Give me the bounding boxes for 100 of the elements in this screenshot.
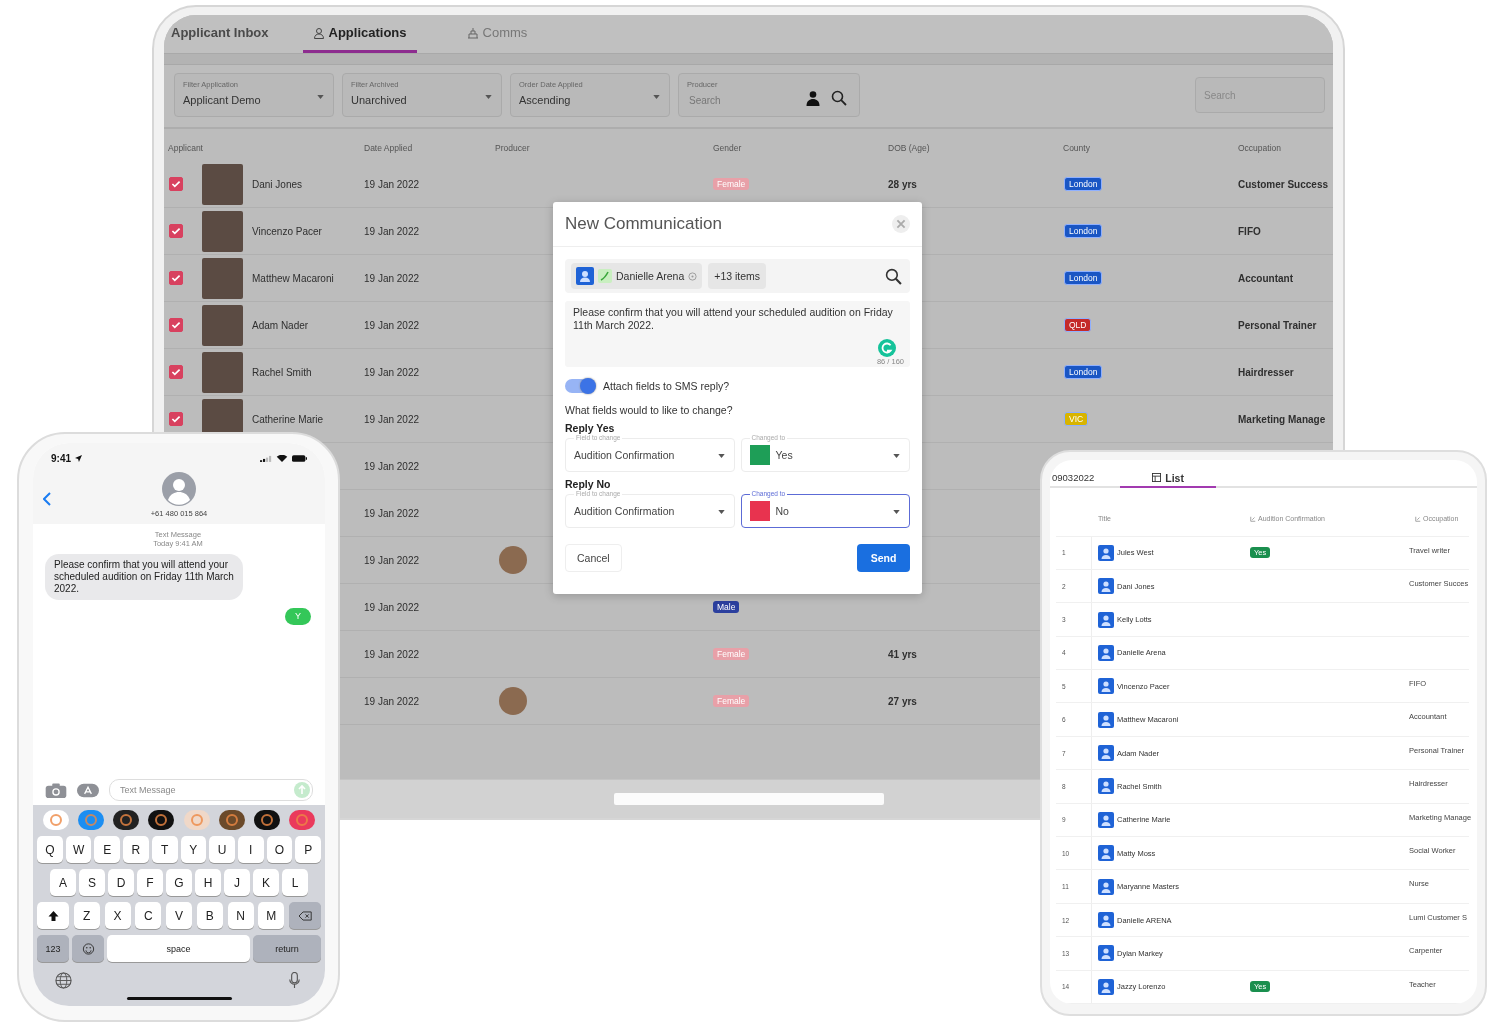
person-icon [1098, 778, 1114, 795]
globe-icon[interactable] [55, 972, 72, 989]
shift-key[interactable] [37, 902, 69, 929]
county-tag: London [1064, 365, 1103, 379]
keyboard-key[interactable]: R [123, 836, 149, 863]
keyboard-key[interactable]: L [282, 869, 308, 896]
applicant-name: Vincenzo Pacer [252, 225, 322, 237]
keyboard-key[interactable]: I [237, 836, 264, 863]
keyboard-key[interactable]: T [151, 836, 178, 863]
reply-heading: Reply Yes [565, 422, 615, 434]
person-icon [1098, 711, 1114, 728]
occupation-cell: Personal Trainer [1238, 319, 1317, 331]
keyboard-key[interactable]: Q [37, 836, 63, 863]
county-tag: London [1064, 177, 1103, 191]
search-icon[interactable] [831, 90, 847, 106]
checkbox[interactable] [169, 224, 183, 238]
checkmark-icon [170, 413, 182, 425]
more-items-chip[interactable]: +13 items [708, 263, 767, 289]
tab[interactable]: List [1120, 460, 1216, 488]
tab[interactable]: 09032022 [1052, 460, 1121, 488]
occupation-cell: Hairdresser [1238, 366, 1294, 378]
keyboard-key[interactable]: J [224, 869, 250, 896]
message-input-field[interactable]: Text Message [118, 784, 294, 796]
keyboard-key[interactable]: K [253, 869, 279, 896]
age-cell: 27 yrs [888, 695, 917, 707]
keyboard-key[interactable]: M [258, 902, 285, 929]
camera-icon[interactable] [45, 782, 67, 798]
send-button[interactable]: Send [857, 544, 910, 572]
keyboard-key[interactable]: U [209, 836, 235, 863]
recipient-chip[interactable]: Danielle Arena [571, 263, 703, 289]
app-store-icon[interactable] [77, 782, 99, 798]
microphone-icon[interactable] [286, 972, 303, 989]
applicant-name: Adam Nader [252, 319, 309, 331]
backspace-key[interactable] [289, 902, 321, 929]
app-icon[interactable] [113, 810, 140, 830]
keyboard-key[interactable]: P [295, 836, 321, 863]
numbers-key[interactable]: 123 [37, 935, 69, 962]
county-tag: London [1064, 271, 1103, 285]
person-icon [1098, 811, 1114, 828]
keyboard-key[interactable]: G [166, 869, 192, 896]
column-header: DOB (Age) [888, 143, 931, 153]
recipient-field[interactable]: Danielle Arena +13 items [565, 259, 910, 293]
building-icon [466, 26, 479, 39]
app-icon[interactable] [148, 810, 175, 830]
checkmark-icon [170, 178, 182, 190]
checkbox[interactable] [169, 365, 183, 379]
app-icon[interactable] [218, 810, 245, 830]
keyboard-key[interactable]: Z [73, 902, 100, 929]
keyboard-key[interactable]: N [227, 902, 254, 929]
checkbox[interactable] [169, 412, 183, 426]
cancel-button[interactable]: Cancel [565, 544, 622, 572]
emoji-key[interactable] [72, 935, 104, 962]
keyboard-key[interactable]: B [196, 902, 223, 929]
person-icon [1098, 544, 1114, 561]
keyboard-key[interactable]: F [137, 869, 163, 896]
list-icon [1152, 473, 1162, 483]
person-icon [1098, 845, 1114, 862]
toggle-switch[interactable] [565, 379, 595, 393]
search-icon[interactable] [885, 267, 902, 285]
checkbox[interactable] [169, 271, 183, 285]
scrollbar[interactable] [613, 793, 884, 805]
keyboard-key[interactable]: Y [180, 836, 207, 863]
keyboard-key[interactable]: V [166, 902, 192, 929]
space-key[interactable]: space [107, 935, 250, 962]
keyboard-key[interactable]: W [65, 836, 92, 863]
keyboard-key[interactable]: S [79, 869, 105, 896]
occupation-cell: Accountant [1238, 272, 1293, 284]
tab[interactable]: Applicant Inbox [171, 15, 279, 53]
checkbox[interactable] [169, 318, 183, 332]
back-icon[interactable] [43, 492, 51, 506]
age-cell: 41 yrs [888, 648, 917, 660]
date-cell: 19 Jan 2022 [364, 413, 420, 425]
person-icon [1098, 978, 1114, 995]
checkmark-icon [170, 225, 182, 237]
keyboard-key[interactable]: H [195, 869, 221, 896]
location-icon [75, 455, 82, 462]
keyboard-key[interactable]: A [50, 869, 76, 896]
producer-search-field[interactable]: Search [687, 94, 771, 107]
keyboard-key[interactable]: O [266, 836, 293, 863]
checkmark-icon [170, 366, 182, 378]
caret-icon [317, 95, 324, 99]
caret-icon [653, 95, 660, 99]
close-icon[interactable] [892, 215, 910, 233]
field-type-icon [1250, 515, 1256, 522]
app-icon[interactable] [253, 810, 280, 830]
date-cell: 19 Jan 2022 [364, 272, 420, 284]
keyboard-key[interactable]: D [108, 869, 134, 896]
grammar-check-icon[interactable] [878, 339, 896, 357]
keyboard-key[interactable]: C [135, 902, 162, 929]
checkbox[interactable] [169, 177, 183, 191]
toggle-label: Attach fields to SMS reply? [603, 380, 730, 392]
gender-tag: Female [713, 695, 750, 707]
keyboard-key[interactable]: X [104, 902, 131, 929]
message-field[interactable]: Text Message [109, 779, 313, 801]
person-icon [1098, 945, 1114, 962]
person-icon [1098, 878, 1114, 895]
return-key[interactable]: return [253, 935, 321, 962]
person-icon[interactable] [805, 90, 821, 106]
contact-avatar-icon [162, 472, 196, 506]
keyboard-key[interactable]: E [94, 836, 121, 863]
